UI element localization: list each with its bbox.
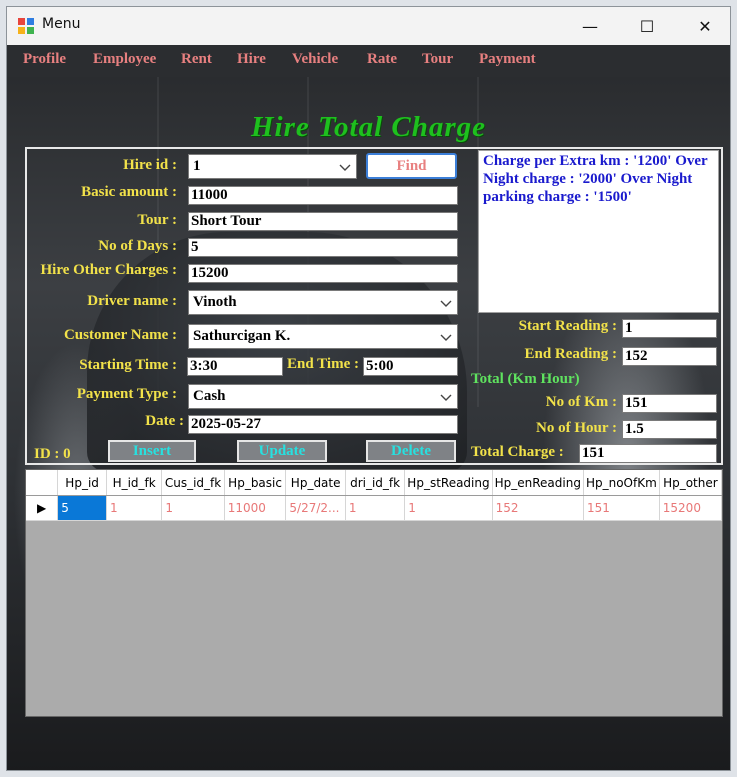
tour-field[interactable]: Short Tour <box>188 212 458 231</box>
menu-item-hire[interactable]: Hire <box>237 51 266 68</box>
customer-name-label: Customer Name : <box>63 327 177 343</box>
driver-name-select[interactable]: Vinoth <box>188 290 458 315</box>
find-button[interactable]: Find <box>366 153 457 179</box>
customer-name-value: Sathurcigan K. <box>193 328 291 344</box>
maximize-button[interactable]: ☐ <box>624 7 670 45</box>
payment-type-value: Cash <box>193 388 226 404</box>
customer-name-select[interactable]: Sathurcigan K. <box>188 324 458 349</box>
driver-name-value: Vinoth <box>193 294 237 310</box>
grid-column-header[interactable]: Hp_noOfKm <box>583 470 660 496</box>
hire-other-charges-label: Hire Other Charges : <box>40 262 177 278</box>
data-grid[interactable]: Hp_id H_id_fk Cus_id_fk Hp_basic Hp_date… <box>25 469 723 717</box>
menu-item-profile[interactable]: Profile <box>23 51 66 68</box>
id-label: ID : 0 <box>34 446 71 462</box>
data-grid-table: Hp_id H_id_fk Cus_id_fk Hp_basic Hp_date… <box>26 470 722 521</box>
chevron-down-icon <box>440 334 452 341</box>
grid-column-header[interactable]: Hp_date <box>285 470 346 496</box>
menu-item-rate[interactable]: Rate <box>367 51 397 68</box>
grid-column-header[interactable]: Cus_id_fk <box>161 470 225 496</box>
chevron-down-icon <box>339 164 351 171</box>
grid-header-row: Hp_id H_id_fk Cus_id_fk Hp_basic Hp_date… <box>26 470 722 496</box>
end-time-field[interactable]: 5:00 <box>363 357 458 376</box>
table-cell[interactable]: 15200 <box>659 495 722 521</box>
grid-column-header[interactable]: Hp_enReading <box>492 470 584 496</box>
title-bar: Menu — ☐ ✕ <box>7 7 730 45</box>
no-of-km-field[interactable]: 151 <box>622 394 717 413</box>
basic-amount-field[interactable]: 11000 <box>188 186 458 205</box>
table-cell[interactable]: 1 <box>106 495 163 521</box>
no-of-km-label: No of Km : <box>545 394 617 410</box>
table-cell[interactable]: 152 <box>492 495 584 521</box>
end-reading-field[interactable]: 152 <box>622 347 717 366</box>
menu-item-tour[interactable]: Tour <box>422 51 453 68</box>
close-icon: ✕ <box>698 16 712 36</box>
no-of-days-field[interactable]: 5 <box>188 238 458 257</box>
app-window: Menu — ☐ ✕ Profile Employee Rent Hire Ve… <box>6 6 731 771</box>
grid-corner-cell <box>26 470 59 496</box>
chevron-down-icon <box>440 300 452 307</box>
menu-item-payment[interactable]: Payment <box>479 51 536 68</box>
tour-label: Tour : <box>137 212 177 228</box>
menu-item-rent[interactable]: Rent <box>181 51 212 68</box>
total-charge-field[interactable]: 151 <box>579 444 717 463</box>
grid-column-header[interactable]: Hp_id <box>57 470 107 496</box>
table-cell[interactable]: 5/27/2... <box>285 495 346 521</box>
grid-column-header[interactable]: Hp_stReading <box>404 470 493 496</box>
no-of-hour-label: No of Hour : <box>536 420 617 436</box>
no-of-hour-field[interactable]: 1.5 <box>622 420 717 439</box>
total-km-hour-label: Total (Km Hour) <box>471 371 580 387</box>
grid-column-header[interactable]: Hp_other <box>659 470 722 496</box>
hire-id-value: 1 <box>193 158 201 174</box>
driver-name-label: Driver name : <box>87 293 177 309</box>
basic-amount-label: Basic amount : <box>81 184 177 200</box>
hire-other-charges-field[interactable]: 15200 <box>188 264 458 283</box>
table-cell[interactable]: 11000 <box>224 495 287 521</box>
update-button[interactable]: Update <box>237 440 327 462</box>
menu-item-employee[interactable]: Employee <box>93 51 156 68</box>
end-reading-label: End Reading : <box>524 346 617 362</box>
menu-bar: Profile Employee Rent Hire Vehicle Rate … <box>7 45 730 77</box>
start-reading-field[interactable]: 1 <box>622 319 717 338</box>
minimize-button[interactable]: — <box>567 7 613 45</box>
table-cell[interactable]: 151 <box>583 495 660 521</box>
total-charge-label: Total Charge : <box>471 444 564 460</box>
payment-type-label: Payment Type : <box>76 386 177 402</box>
grid-column-header[interactable]: dri_id_fk <box>345 470 406 496</box>
end-time-label: End Time : <box>287 356 359 372</box>
no-of-days-label: No of Days : <box>98 238 177 254</box>
close-button[interactable]: ✕ <box>682 7 728 45</box>
chevron-down-icon <box>440 394 452 401</box>
starting-time-label: Starting Time : <box>79 357 177 373</box>
delete-button[interactable]: Delete <box>366 440 456 462</box>
start-reading-label: Start Reading : <box>518 318 617 334</box>
table-cell[interactable]: 1 <box>404 495 493 521</box>
minimize-icon: — <box>582 16 598 36</box>
app-icon <box>18 18 34 34</box>
grid-column-header[interactable]: Hp_basic <box>224 470 287 496</box>
starting-time-field[interactable]: 3:30 <box>187 357 283 376</box>
table-cell[interactable]: 1 <box>161 495 225 521</box>
table-row[interactable]: ▶ 5 1 1 11000 5/27/2... 1 1 152 151 1520… <box>26 495 722 521</box>
window-title: Menu <box>42 16 81 32</box>
insert-button[interactable]: Insert <box>108 440 196 462</box>
maximize-icon: ☐ <box>639 16 655 36</box>
current-row-marker-icon[interactable]: ▶ <box>26 495 59 521</box>
hire-id-label: Hire id : <box>123 157 177 173</box>
hire-id-select[interactable]: 1 <box>188 154 357 179</box>
table-cell[interactable]: 5 <box>57 495 107 521</box>
page-title: Hire Total Charge <box>250 111 487 143</box>
grid-column-header[interactable]: H_id_fk <box>106 470 163 496</box>
date-label: Date : <box>145 413 184 429</box>
table-cell[interactable]: 1 <box>345 495 406 521</box>
date-field[interactable]: 2025-05-27 <box>188 415 458 434</box>
payment-type-select[interactable]: Cash <box>188 384 458 409</box>
charge-info-box: Charge per Extra km : '1200' Over Night … <box>478 150 719 313</box>
menu-item-vehicle[interactable]: Vehicle <box>292 51 338 68</box>
